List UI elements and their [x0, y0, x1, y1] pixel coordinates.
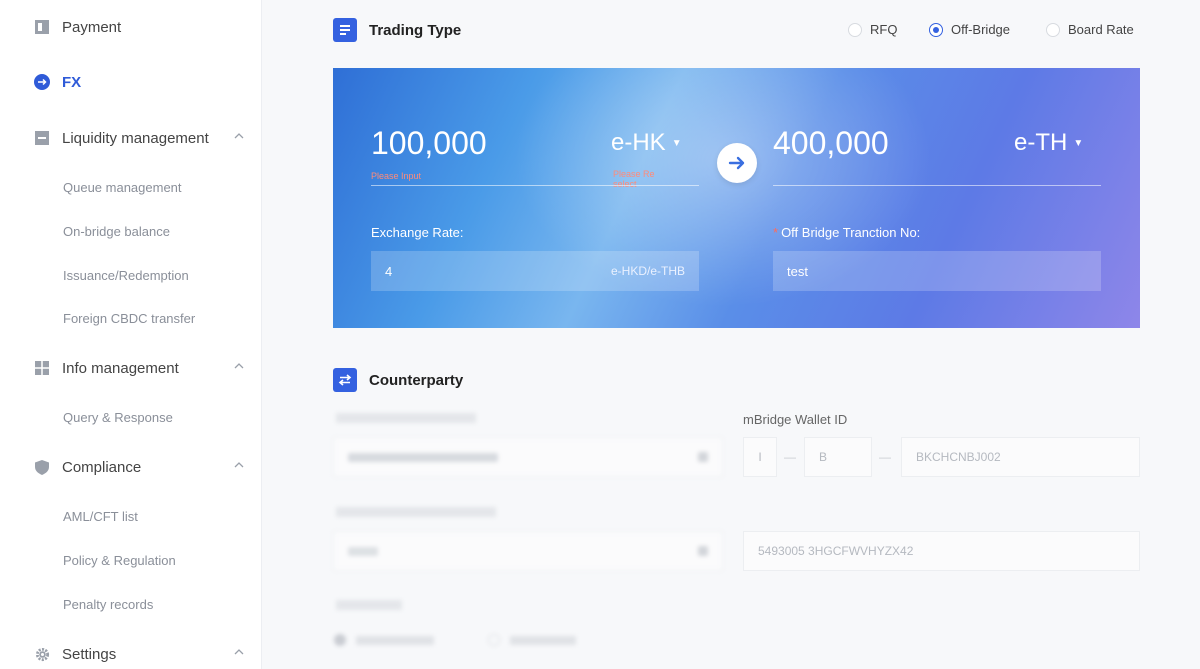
radio-rfq[interactable]: RFQ	[848, 22, 897, 37]
txn-no-label-text: Off Bridge Tranction No:	[781, 225, 921, 240]
radio-label: RFQ	[870, 22, 898, 37]
sidebar-subitem-onbridge[interactable]: On-bridge balance	[63, 224, 170, 239]
caret-down-icon: ▼	[671, 137, 682, 149]
exchange-rate-label: Exchange Rate:	[371, 225, 464, 240]
document-icon	[333, 18, 357, 42]
radio-circle[interactable]	[848, 22, 862, 37]
sidebar-item-label: Liquidity management	[62, 129, 209, 147]
blurred-text	[348, 452, 498, 462]
exchange-rate-unit: e-HKD/e-THB	[610, 264, 685, 278]
radio-label: Off-Bridge	[951, 22, 1011, 37]
from-currency-select[interactable]: e-HK ▼	[611, 129, 682, 157]
grid-icon	[34, 360, 50, 376]
radio-circle[interactable]	[1046, 22, 1060, 37]
wallet-id-part-2-value: B	[819, 450, 828, 464]
sidebar-subitem-query[interactable]: Query & Response	[63, 410, 173, 425]
to-underline	[773, 185, 1101, 186]
section-title-counterparty: Counterparty	[369, 372, 464, 389]
sidebar-item-label: FX	[62, 73, 82, 91]
sidebar: Payment FX Liquidity management Queue ma…	[0, 0, 262, 669]
blurred-select[interactable]	[333, 531, 723, 571]
exchange-rate-field[interactable]: 4 e-HKD/e-THB	[371, 251, 699, 291]
separator-dash: —	[879, 450, 891, 464]
required-asterisk: *	[773, 225, 779, 240]
radio-board-rate[interactable]: Board Rate	[1046, 22, 1134, 37]
liquidity-icon	[34, 130, 50, 146]
wallet-id-part-2[interactable]: B	[804, 437, 872, 477]
sidebar-subitem-issuance[interactable]: Issuance/Redemption	[63, 268, 189, 283]
blurred-label	[336, 413, 476, 423]
exchange-rate-value: 4	[385, 263, 393, 279]
blurred-select[interactable]	[333, 437, 723, 477]
sidebar-subitem-aml[interactable]: AML/CFT list	[63, 509, 138, 524]
fx-banner: 100,000 e-HK ▼ Please Input Please Re se…	[333, 68, 1140, 328]
sidebar-subitem-foreign-transfer[interactable]: Foreign CBDC transfer	[63, 311, 195, 326]
sidebar-item-compliance[interactable]: Compliance	[34, 455, 244, 479]
chevron-up-icon[interactable]	[234, 647, 244, 657]
fx-icon	[34, 74, 50, 90]
to-amount-value[interactable]: 400,000	[773, 125, 889, 162]
sidebar-item-payment[interactable]: Payment	[34, 15, 244, 39]
blurred-text	[510, 636, 576, 645]
txn-no-value: test	[787, 263, 808, 279]
radio-circle[interactable]	[929, 22, 943, 37]
sidebar-item-fx[interactable]: FX	[34, 70, 244, 94]
to-currency-value: e-TH	[1014, 129, 1068, 156]
sidebar-item-label: Info management	[62, 359, 179, 377]
to-currency-select[interactable]: e-TH ▼	[1014, 129, 1083, 157]
txn-no-label: * Off Bridge Tranction No:	[773, 225, 920, 240]
from-currency-value: e-HK	[611, 129, 666, 156]
lei-code-field[interactable]: 5493005 3HGCFWVHYZX42	[743, 531, 1140, 571]
blurred-label	[336, 507, 496, 517]
shield-icon	[34, 459, 50, 475]
caret-down-icon: ▼	[1073, 137, 1084, 149]
wallet-id-code[interactable]: BKCHCNBJ002	[901, 437, 1140, 477]
from-amount-input[interactable]: 100,000	[371, 125, 487, 162]
lei-code-value: 5493005 3HGCFWVHYZX42	[758, 544, 914, 558]
sidebar-subitem-policy[interactable]: Policy & Regulation	[63, 553, 176, 568]
blurred-text	[356, 636, 434, 645]
arrow-right-icon	[728, 156, 745, 170]
sidebar-item-settings[interactable]: Settings	[34, 642, 244, 666]
blurred-radio[interactable]	[488, 634, 500, 646]
chevron-up-icon[interactable]	[234, 131, 244, 141]
sidebar-item-liquidity[interactable]: Liquidity management	[34, 126, 244, 150]
blurred-text	[348, 546, 378, 556]
from-amount-hint: Please Input	[371, 171, 422, 181]
main-content: Trading Type RFQ Off-Bridge Board Rate 1…	[262, 0, 1200, 669]
wallet-id-part-1[interactable]: I	[743, 437, 777, 477]
blurred-icon	[698, 546, 708, 556]
gear-icon	[34, 646, 50, 662]
radio-off-bridge[interactable]: Off-Bridge	[929, 22, 1010, 37]
sidebar-item-label: Settings	[62, 645, 117, 663]
section-title-trading-type: Trading Type	[369, 22, 462, 39]
blurred-radio[interactable]	[334, 634, 346, 646]
sidebar-item-info[interactable]: Info management	[34, 356, 244, 380]
radio-label: Board Rate	[1068, 22, 1134, 37]
chevron-up-icon[interactable]	[234, 361, 244, 371]
separator-dash: —	[784, 450, 796, 464]
payment-icon	[34, 19, 50, 35]
sidebar-item-label: Payment	[62, 18, 122, 36]
sidebar-subitem-queue[interactable]: Queue management	[63, 180, 182, 195]
blurred-icon	[698, 452, 708, 462]
txn-no-input[interactable]: test	[773, 251, 1101, 291]
swap-icon	[333, 368, 357, 392]
wallet-id-label: mBridge Wallet ID	[743, 412, 848, 427]
wallet-id-part-1-value: I	[758, 450, 762, 464]
wallet-id-code-value: BKCHCNBJ002	[916, 450, 1001, 464]
sidebar-subitem-penalty[interactable]: Penalty records	[63, 597, 153, 612]
chevron-up-icon[interactable]	[234, 460, 244, 470]
blurred-label	[336, 600, 402, 610]
sidebar-item-label: Compliance	[62, 458, 142, 476]
from-underline	[371, 185, 699, 186]
convert-arrow-button[interactable]	[717, 143, 757, 183]
